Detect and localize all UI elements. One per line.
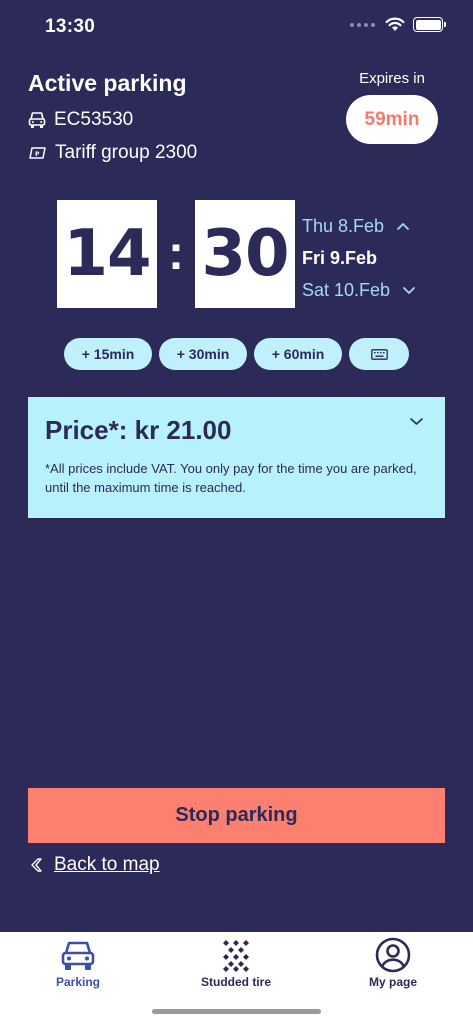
hours-picker[interactable]: 14 bbox=[57, 200, 157, 308]
status-icons bbox=[350, 17, 446, 32]
stop-parking-button[interactable]: Stop parking bbox=[28, 788, 445, 843]
plate-row: EC53530 bbox=[28, 109, 197, 131]
tab-studded-tire[interactable]: Studded tire bbox=[166, 936, 306, 989]
quick-add-buttons: + 15min + 30min + 60min bbox=[64, 338, 409, 370]
add-60min-button[interactable]: + 60min bbox=[254, 338, 342, 370]
keyboard-icon bbox=[370, 348, 388, 360]
chevron-up-icon[interactable] bbox=[396, 222, 410, 231]
license-plate: EC53530 bbox=[54, 109, 134, 130]
tariff-group: Tariff group 2300 bbox=[55, 142, 198, 163]
date-label: Fri 9.Feb bbox=[302, 247, 378, 268]
back-chevron-icon bbox=[31, 858, 42, 872]
ticket-icon: P bbox=[29, 147, 46, 159]
status-time: 13:30 bbox=[45, 16, 96, 37]
battery-icon bbox=[413, 17, 446, 32]
add-30min-button[interactable]: + 30min bbox=[159, 338, 247, 370]
car-icon bbox=[28, 112, 46, 128]
tab-label: My page bbox=[368, 975, 417, 989]
expires-label: Expires in bbox=[359, 70, 425, 87]
date-option-next[interactable]: Sat 10.Feb bbox=[302, 274, 416, 306]
studded-tire-icon bbox=[223, 940, 249, 972]
parking-header: Active parking EC53530 P Tariff group 23… bbox=[28, 70, 197, 164]
tab-my-page[interactable]: My page bbox=[323, 936, 463, 989]
tab-label: Studded tire bbox=[200, 975, 271, 989]
home-indicator bbox=[152, 1009, 321, 1014]
price-title: Price*: kr 21.00 bbox=[45, 415, 232, 445]
minutes-picker[interactable]: 30 bbox=[195, 200, 295, 308]
user-circle-icon bbox=[375, 937, 411, 973]
page-title: Active parking bbox=[28, 70, 187, 96]
add-15min-button[interactable]: + 15min bbox=[64, 338, 152, 370]
signal-icon bbox=[350, 22, 375, 27]
keyboard-input-button[interactable] bbox=[349, 338, 409, 370]
chevron-down-icon[interactable] bbox=[402, 286, 416, 295]
tab-label: Parking bbox=[55, 975, 100, 989]
car-icon bbox=[61, 941, 95, 970]
expires-block: Expires in 59min bbox=[346, 70, 438, 144]
date-picker: Thu 8.Feb Fri 9.Feb Sat 10.Feb bbox=[302, 210, 416, 306]
status-bar: 13:30 bbox=[0, 0, 473, 56]
date-option-selected[interactable]: Fri 9.Feb bbox=[302, 242, 416, 274]
wifi-icon bbox=[385, 17, 405, 31]
chevron-down-icon[interactable] bbox=[409, 417, 424, 426]
time-separator: : bbox=[168, 227, 184, 280]
date-label: Sat 10.Feb bbox=[302, 279, 391, 300]
date-option-prev[interactable]: Thu 8.Feb bbox=[302, 210, 416, 242]
svg-text:P: P bbox=[35, 151, 40, 158]
price-panel[interactable]: Price*: kr 21.00 *All prices include VAT… bbox=[28, 397, 445, 518]
price-note: *All prices include VAT. You only pay fo… bbox=[45, 461, 417, 495]
tariff-row: P Tariff group 2300 bbox=[28, 142, 197, 164]
expires-badge: 59min bbox=[346, 95, 438, 144]
back-to-map-link[interactable]: Back to map bbox=[28, 854, 160, 876]
date-label: Thu 8.Feb bbox=[302, 215, 385, 236]
back-to-map-label: Back to map bbox=[54, 854, 160, 875]
tab-parking[interactable]: Parking bbox=[8, 936, 148, 989]
